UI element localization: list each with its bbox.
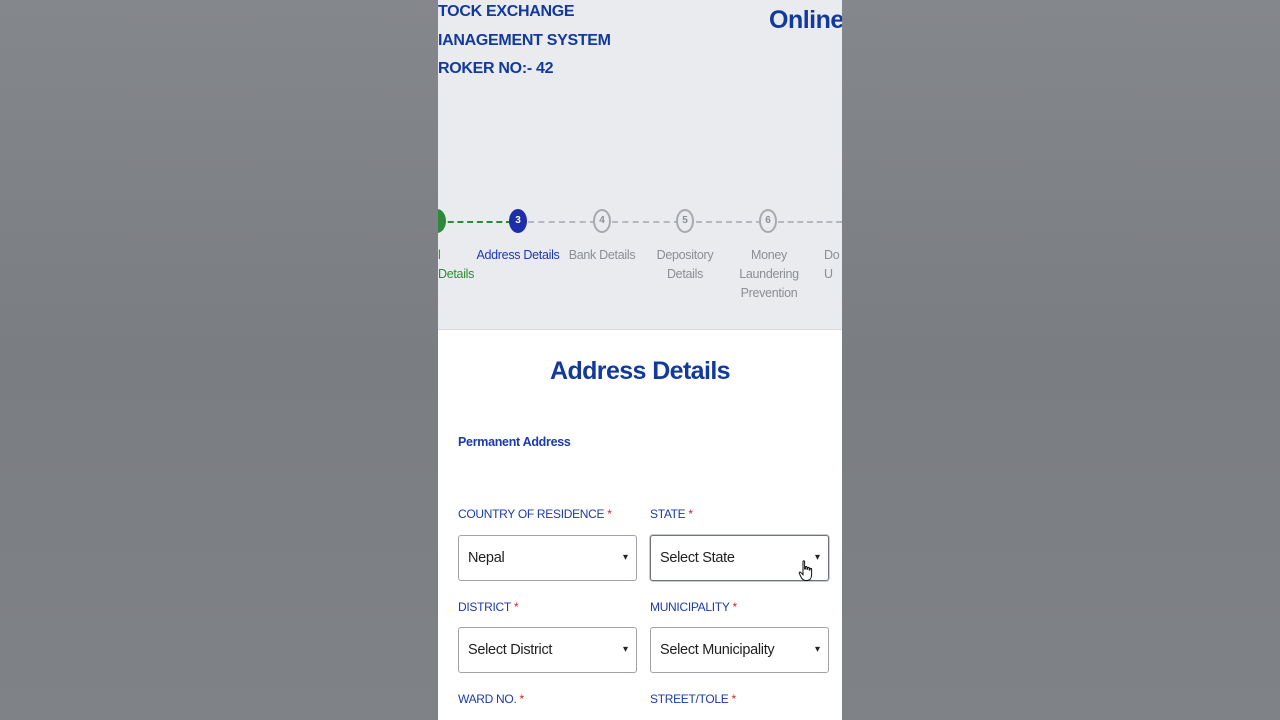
required-asterisk: * (688, 507, 693, 521)
step-circle-depository-details[interactable]: 5 (676, 209, 694, 233)
step-label-address-details[interactable]: Address Details (473, 246, 563, 265)
blurred-background-left (0, 0, 438, 720)
hand-pointer-icon (798, 560, 813, 581)
municipality-select-value: Select Municipality (660, 642, 775, 658)
stepper-connector (778, 221, 842, 223)
blurred-background-right (842, 0, 1280, 720)
stepper-connector (696, 221, 762, 223)
stepper-connector-done (438, 221, 512, 223)
municipality-label: MUNICIPALITY * (650, 600, 737, 614)
municipality-select[interactable]: Select Municipality ▾ (650, 627, 829, 673)
state-label-text: STATE (650, 507, 686, 521)
step-circle-money-laundering[interactable]: 6 (759, 209, 777, 233)
country-select[interactable]: Nepal ▾ (458, 535, 637, 581)
state-label: STATE * (650, 507, 693, 521)
page-title: Online Re (769, 6, 842, 34)
step-circle-personal-details[interactable] (438, 209, 446, 233)
chevron-down-icon: ▾ (815, 552, 820, 563)
permanent-address-heading: Permanent Address (458, 435, 571, 449)
country-select-value: Nepal (468, 550, 505, 566)
district-label-text: DISTRICT (458, 600, 511, 614)
brand-name-line-2: IANAGEMENT SYSTEM (438, 32, 611, 49)
step-label-money-laundering[interactable]: Money Laundering Prevention (724, 246, 814, 303)
stepper-connector (612, 221, 680, 223)
state-select-value: Select State (660, 550, 735, 566)
chevron-down-icon: ▾ (815, 644, 820, 655)
step-label-documents[interactable]: Do U (824, 246, 842, 284)
district-select-value: Select District (468, 642, 553, 658)
step-label-depository-details[interactable]: Depository Details (640, 246, 730, 284)
stepper-connector (528, 221, 596, 223)
country-label-text: COUNTRY OF RESIDENCE (458, 507, 605, 521)
header-area: TOCK EXCHANGE IANAGEMENT SYSTEM ROKER NO… (438, 0, 842, 330)
form-title: Address Details (550, 357, 731, 385)
step-circle-bank-details[interactable]: 4 (593, 209, 611, 233)
required-asterisk: * (513, 600, 519, 614)
broker-number: ROKER NO:- 42 (438, 60, 554, 77)
step-label-personal-details[interactable]: l Details (438, 246, 478, 284)
mobile-page: TOCK EXCHANGE IANAGEMENT SYSTEM ROKER NO… (438, 0, 842, 720)
brand-name-line-1: TOCK EXCHANGE (438, 3, 575, 20)
chevron-down-icon: ▾ (623, 552, 628, 563)
chevron-down-icon: ▾ (623, 644, 628, 655)
step-label-bank-details[interactable]: Bank Details (557, 246, 647, 265)
street-label-text: STREET/TOLE (650, 692, 729, 706)
district-select[interactable]: Select District ▾ (458, 627, 637, 673)
country-label: COUNTRY OF RESIDENCE * (458, 507, 612, 521)
street-label: STREET/TOLE * (650, 692, 736, 706)
step-circle-address-details[interactable]: 3 (509, 209, 527, 233)
required-asterisk: * (519, 692, 525, 706)
required-asterisk: * (732, 600, 738, 614)
district-label: DISTRICT * (458, 600, 519, 614)
ward-label-text: WARD NO. (458, 692, 517, 706)
required-asterisk: * (607, 507, 612, 521)
municipality-label-text: MUNICIPALITY (650, 600, 730, 614)
screen: TOCK EXCHANGE IANAGEMENT SYSTEM ROKER NO… (0, 0, 1280, 720)
required-asterisk: * (731, 692, 737, 706)
ward-label: WARD NO. * (458, 692, 524, 706)
